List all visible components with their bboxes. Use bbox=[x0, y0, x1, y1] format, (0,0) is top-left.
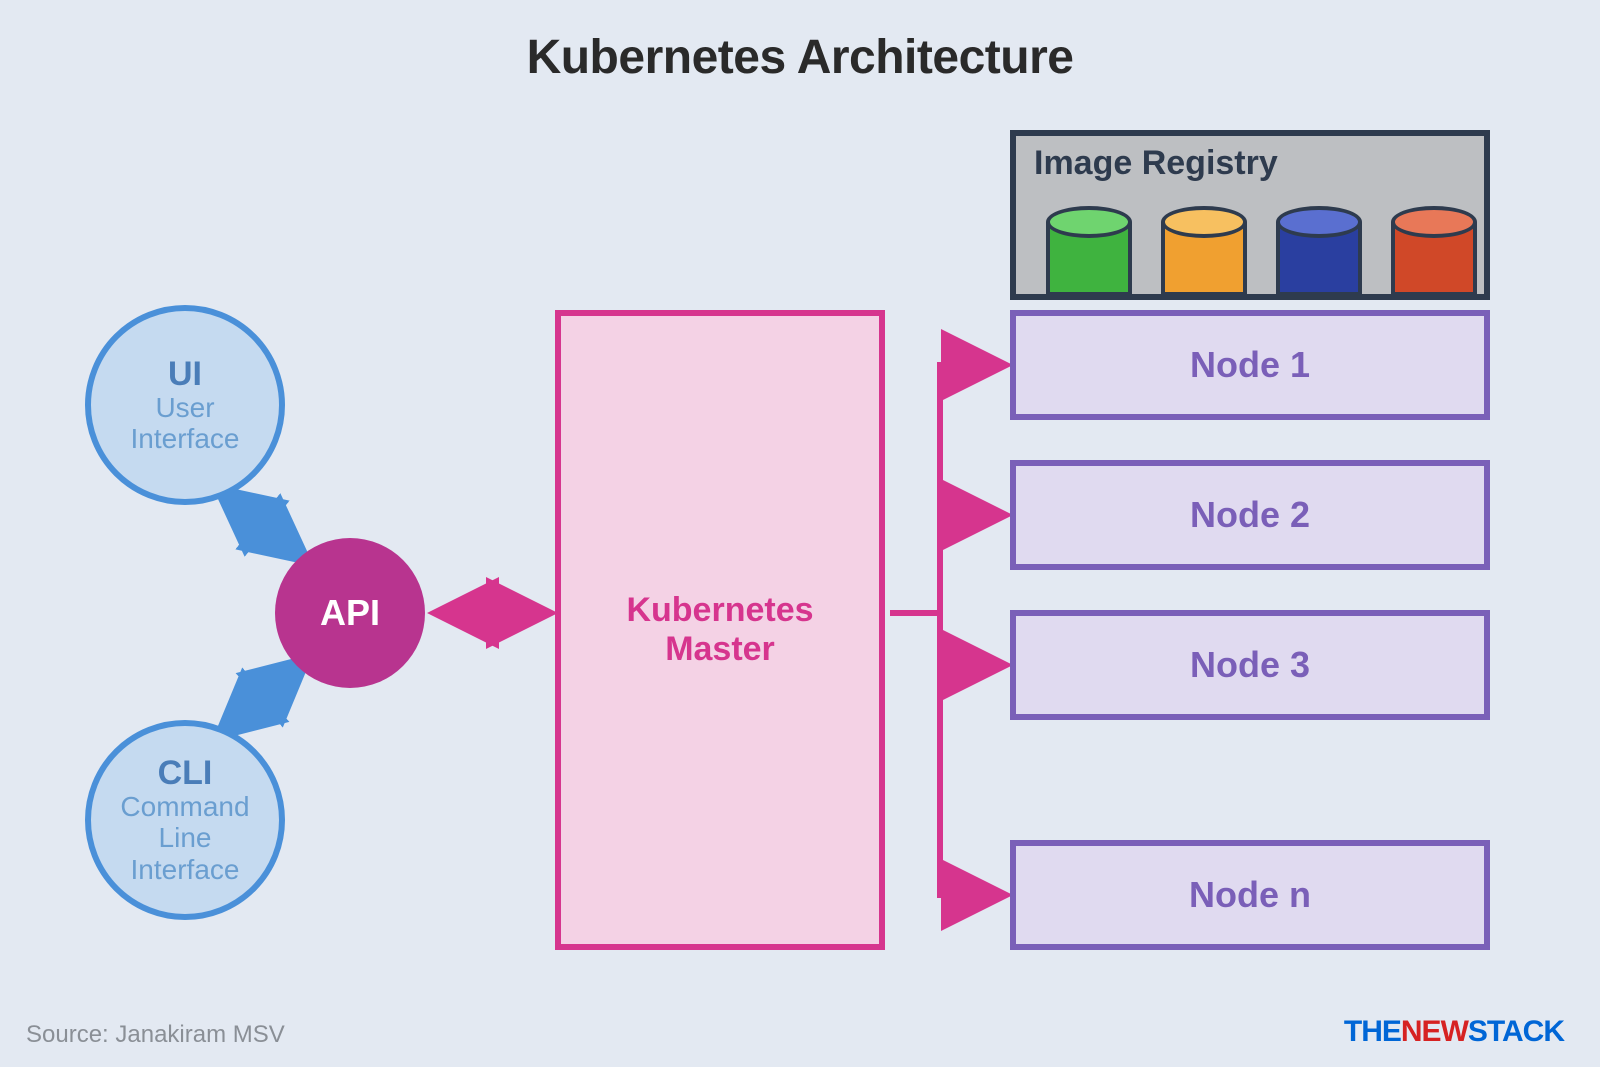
kubernetes-master-box: Kubernetes Master bbox=[555, 310, 885, 950]
brand-the: THE bbox=[1344, 1015, 1401, 1048]
arrow-cli-api bbox=[225, 665, 300, 730]
node-n-label: Node n bbox=[1189, 874, 1311, 916]
cli-circle: CLI Command Line Interface bbox=[85, 720, 285, 920]
source-credit: Source: Janakiram MSV bbox=[26, 1021, 285, 1049]
node-3-label: Node 3 bbox=[1190, 644, 1310, 686]
registry-cylinder-orange bbox=[1161, 206, 1247, 296]
node-1-label: Node 1 bbox=[1190, 344, 1310, 386]
cli-heading: CLI bbox=[158, 756, 213, 790]
brand-new: NEW bbox=[1401, 1015, 1468, 1048]
master-line1: Kubernetes bbox=[626, 591, 813, 629]
arrow-master-noden bbox=[890, 613, 995, 895]
brand-logo: THENEWSTACK bbox=[1344, 1015, 1564, 1049]
arrow-ui-api bbox=[225, 495, 300, 555]
node-n-box: Node n bbox=[1010, 840, 1490, 950]
architecture-diagram: Kubernetes Architecture UI User Interfac… bbox=[0, 0, 1600, 1067]
brand-stack: STACK bbox=[1468, 1015, 1564, 1048]
node-2-label: Node 2 bbox=[1190, 494, 1310, 536]
registry-label: Image Registry bbox=[1034, 144, 1278, 183]
api-label: API bbox=[320, 592, 380, 634]
image-registry-box: Image Registry bbox=[1010, 130, 1490, 300]
node-3-box: Node 3 bbox=[1010, 610, 1490, 720]
registry-cylinder-green bbox=[1046, 206, 1132, 296]
api-circle: API bbox=[275, 538, 425, 688]
node-1-box: Node 1 bbox=[1010, 310, 1490, 420]
ui-sub1: User bbox=[155, 393, 214, 422]
arrow-master-node2 bbox=[890, 515, 995, 613]
master-line2: Master bbox=[665, 630, 775, 668]
ui-sub2: Interface bbox=[131, 424, 240, 453]
cli-sub3: Interface bbox=[131, 855, 240, 884]
node-2-box: Node 2 bbox=[1010, 460, 1490, 570]
cli-sub2: Line bbox=[159, 823, 212, 852]
registry-cylinder-blue bbox=[1276, 206, 1362, 296]
ui-heading: UI bbox=[168, 357, 202, 391]
ui-circle: UI User Interface bbox=[85, 305, 285, 505]
cli-sub1: Command bbox=[120, 792, 249, 821]
registry-cylinder-red bbox=[1391, 206, 1477, 296]
